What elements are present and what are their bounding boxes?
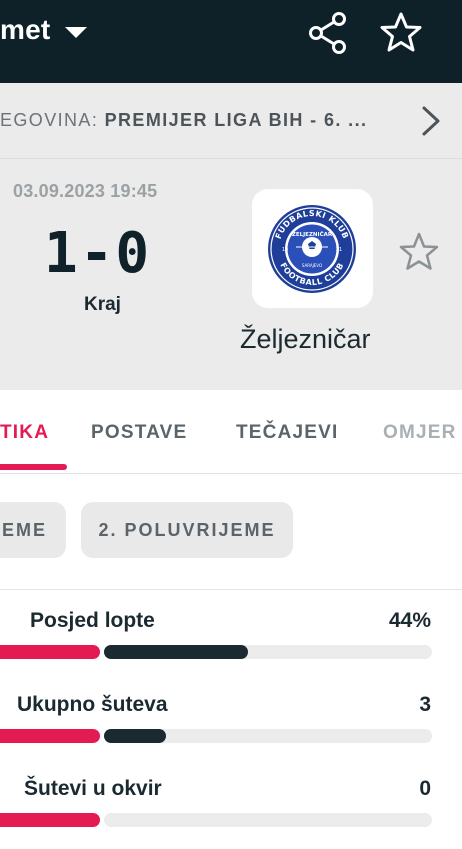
stat-track-total-shots	[104, 729, 432, 743]
match-datetime: 03.09.2023 19:45	[13, 181, 158, 201]
stat-away-bar-total-shots	[104, 729, 166, 743]
stat-away-bar-possession	[104, 645, 248, 659]
stat-home-bar-total-shots	[0, 729, 100, 743]
league-country: EGOVINA:	[0, 110, 105, 130]
favorite-button[interactable]	[378, 10, 424, 56]
match-score: 1-0	[44, 221, 152, 286]
sport-selector-label[interactable]: met	[0, 14, 50, 46]
stat-home-bar-shots-on-target	[0, 813, 100, 827]
crest-city: SARAJEVO	[302, 263, 322, 268]
favorite-team-star-icon[interactable]	[398, 231, 440, 273]
stat-home-bar-possession	[0, 645, 100, 659]
chevron-right-icon[interactable]	[414, 103, 446, 139]
crest-year-right: 21	[336, 247, 342, 253]
match-status: Kraj	[84, 294, 121, 315]
share-button[interactable]	[305, 10, 351, 56]
stat-label-shots-on-target: Šutevi u okvir	[24, 777, 162, 800]
league-breadcrumb[interactable]: EGOVINA: PREMIJER LIGA BIH - 6. ...	[0, 83, 462, 158]
crest-inner-text: ŽELJEZNIČAR	[292, 230, 333, 238]
divider	[0, 589, 462, 590]
league-label: EGOVINA: PREMIJER LIGA BIH - 6. ...	[0, 110, 367, 131]
share-icon	[309, 12, 346, 54]
period-chip-first-half[interactable]: EME	[0, 502, 66, 558]
tab-postave[interactable]: POSTAVE	[91, 422, 187, 444]
zeljeznicar-crest-icon: FUDBALSKI KLUB FOOTBALL CLUB ŽELJEZNIČAR…	[268, 205, 356, 293]
top-bar: met	[0, 0, 462, 83]
period-chip-second-half[interactable]: 2. POLUVRIJEME	[81, 502, 293, 558]
league-name: PREMIJER LIGA BIH - 6. ...	[104, 110, 368, 130]
team-logo[interactable]: FUDBALSKI KLUB FOOTBALL CLUB ŽELJEZNIČAR…	[252, 189, 373, 308]
tab-omjer[interactable]: OMJER	[383, 422, 457, 444]
match-header: 03.09.2023 19:45 1-0 Kraj FUDBALSKI KLUB…	[0, 158, 462, 390]
stat-value-shots-on-target: 0	[419, 777, 431, 800]
detail-tabs: TIKA POSTAVE TEČAJEVI OMJER	[0, 390, 462, 474]
stat-track-possession	[104, 645, 432, 659]
stat-value-total-shots: 3	[419, 693, 431, 716]
stat-label-possession: Posjed lopte	[30, 609, 155, 632]
dropdown-caret-icon[interactable]	[65, 27, 87, 38]
stat-label-total-shots: Ukupno šuteva	[17, 693, 168, 716]
tab-tecajevi[interactable]: TEČAJEVI	[236, 422, 339, 444]
team-name-away[interactable]: Željezničar	[240, 324, 371, 355]
star-outline-icon	[380, 12, 422, 52]
tab-statistika[interactable]: TIKA	[0, 422, 49, 444]
stat-track-shots-on-target	[104, 813, 432, 827]
active-tab-indicator	[0, 464, 67, 470]
crest-year-left: 19	[282, 247, 288, 253]
stat-value-possession: 44%	[388, 609, 431, 632]
